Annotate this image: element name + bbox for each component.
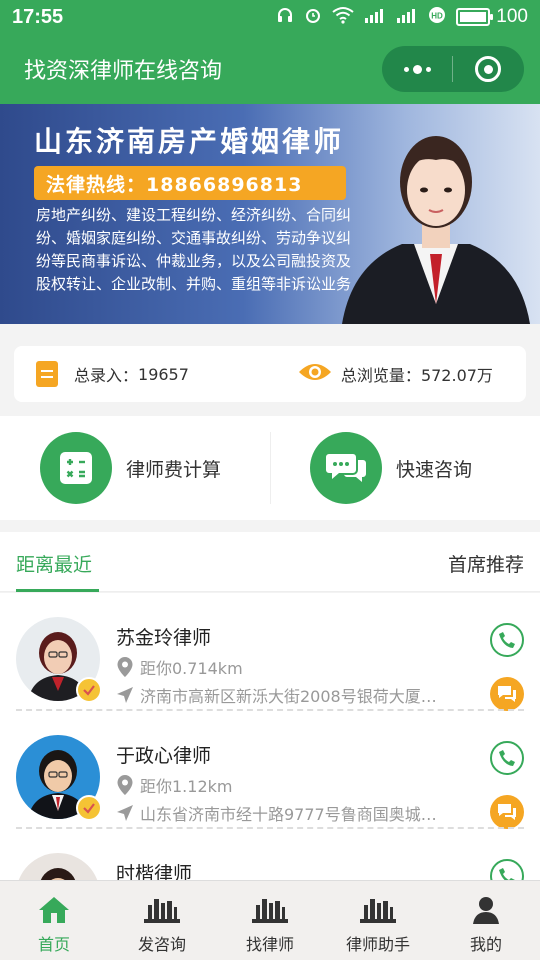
nav-mine[interactable]: 我的 [432,881,540,960]
lawyer-address: 山东省济南市经十路9777号鲁商国奥城… [116,801,437,825]
nav-post-consult-label: 发咨询 [137,935,186,954]
banner-title: 山东济南房产婚姻律师 [34,125,345,158]
mini-program-capsule [382,46,524,92]
location-pin-icon [117,775,133,795]
nav-lawyer-assistant[interactable]: 律师助手 [324,881,432,960]
views-stat: 总浏览量： 572.07万 [189,360,493,388]
nav-find-lawyer-label: 找律师 [245,935,294,954]
call-button[interactable] [490,741,524,775]
books-icon [250,891,290,925]
page-title: 找资深律师在线咨询 [24,59,223,84]
lawyer-name: 于政心律师 [116,745,212,767]
lawyer-distance: 距你0.714km [116,655,243,679]
message-button[interactable] [490,677,524,711]
lawyer-sort-tabs: 距离最近 首席推荐 [0,532,540,592]
banner-lawyer-photo [342,136,530,324]
fee-calculator-label: 律师费计算 [126,458,222,481]
lawyer-card[interactable]: 苏金玲律师 距你0.714km 济南市高新区新泺大街2008号银荷大厦… [0,593,540,711]
lawyer-distance: 距你1.12km [116,773,232,797]
close-program-button[interactable] [453,56,523,82]
phone-icon [499,750,515,766]
banner-hotline: 法律热线：18866896813 [34,166,346,200]
tab-recommended[interactable]: 首席推荐 [448,550,524,577]
quick-consult-label: 快速咨询 [396,458,473,481]
quick-consult-button[interactable]: 快速咨询 [270,416,540,520]
battery-level: 100 [496,6,528,27]
nav-lawyer-assistant-label: 律师助手 [345,935,410,954]
lawyer-distance-text: 距你0.714km [140,659,243,678]
nav-home-label: 首页 [37,935,70,954]
bottom-navigation: 首页 发咨询 找律师 律师助手 我的 [0,880,540,960]
phone-icon [499,632,515,648]
fee-calculator-button[interactable]: 律师费计算 [0,416,270,520]
eye-icon [297,360,333,388]
nav-post-consult[interactable]: 发咨询 [108,881,216,960]
signal-4g-icon [364,6,386,28]
nav-find-lawyer[interactable]: 找律师 [216,881,324,960]
status-time: 17:55 [12,5,64,28]
lawyer-card[interactable]: 时楷律师 [0,829,540,880]
records-value: 19657 [138,364,189,384]
records-stat: 总录入： 19657 [14,361,189,387]
message-icon [498,686,516,702]
call-button[interactable] [490,623,524,657]
message-icon [498,804,516,820]
lawyer-address-text: 山东省济南市经十路9777号鲁商国奥城… [140,805,437,824]
books-icon [358,891,398,925]
calculator-icon [40,432,112,504]
verified-badge-icon [76,677,102,703]
lawyer-name: 时楷律师 [116,863,193,880]
books-icon [142,891,182,925]
chat-bubbles-icon [310,432,382,504]
wifi-icon [332,6,354,28]
quick-actions: 律师费计算 快速咨询 [0,416,540,520]
location-pin-icon [117,657,133,677]
nav-mine-label: 我的 [469,935,502,954]
more-options-button[interactable] [382,64,452,74]
hd-icon: HD [428,6,446,28]
lawyer-address-text: 济南市高新区新泺大街2008号银荷大厦… [140,687,437,706]
views-label: 总浏览量： [340,366,421,385]
alarm-icon [304,6,322,28]
navigation-arrow-icon [117,805,133,821]
lawyer-name: 苏金玲律师 [116,627,212,649]
lawyer-card[interactable]: 于政心律师 距你1.12km 山东省济南市经十路9777号鲁商国奥城… [0,711,540,829]
person-icon [466,891,506,925]
document-icon [36,361,58,387]
title-bar: 找资深律师在线咨询 [0,34,540,104]
promo-banner[interactable]: 山东济南房产婚姻律师 法律热线：18866896813 房地产纠纷、建设工程纠纷… [0,104,540,324]
views-value: 572.07万 [420,366,493,385]
message-button[interactable] [490,795,524,829]
signal-icon [396,6,418,28]
lawyer-list: 苏金玲律师 距你0.714km 济南市高新区新泺大街2008号银荷大厦… 于政心… [0,593,540,880]
tab-nearest[interactable]: 距离最近 [16,550,92,577]
banner-description: 房地产纠纷、建设工程纠纷、经济纠纷、合同纠纷、婚姻家庭纠纷、交通事故纠纷、劳动争… [36,206,352,293]
stats-card: 总录入： 19657 总浏览量： 572.07万 [14,346,526,402]
home-icon [34,891,74,925]
active-tab-indicator [16,589,99,592]
svg-text:HD: HD [432,12,444,21]
battery-indicator: 100 [456,6,528,28]
nav-home[interactable]: 首页 [0,881,108,960]
headphones-icon [276,6,294,28]
lawyer-distance-text: 距你1.12km [140,777,233,796]
battery-icon [456,8,494,26]
call-button[interactable] [490,859,524,880]
status-bar: 17:55 HD 100 [0,0,540,34]
lawyer-avatar [16,853,100,880]
target-icon [475,56,501,82]
verified-badge-icon [76,795,102,821]
lawyer-address: 济南市高新区新泺大街2008号银荷大厦… [116,683,437,707]
records-label: 总录入： [74,366,139,385]
navigation-arrow-icon [117,687,133,703]
phone-icon [499,868,515,880]
